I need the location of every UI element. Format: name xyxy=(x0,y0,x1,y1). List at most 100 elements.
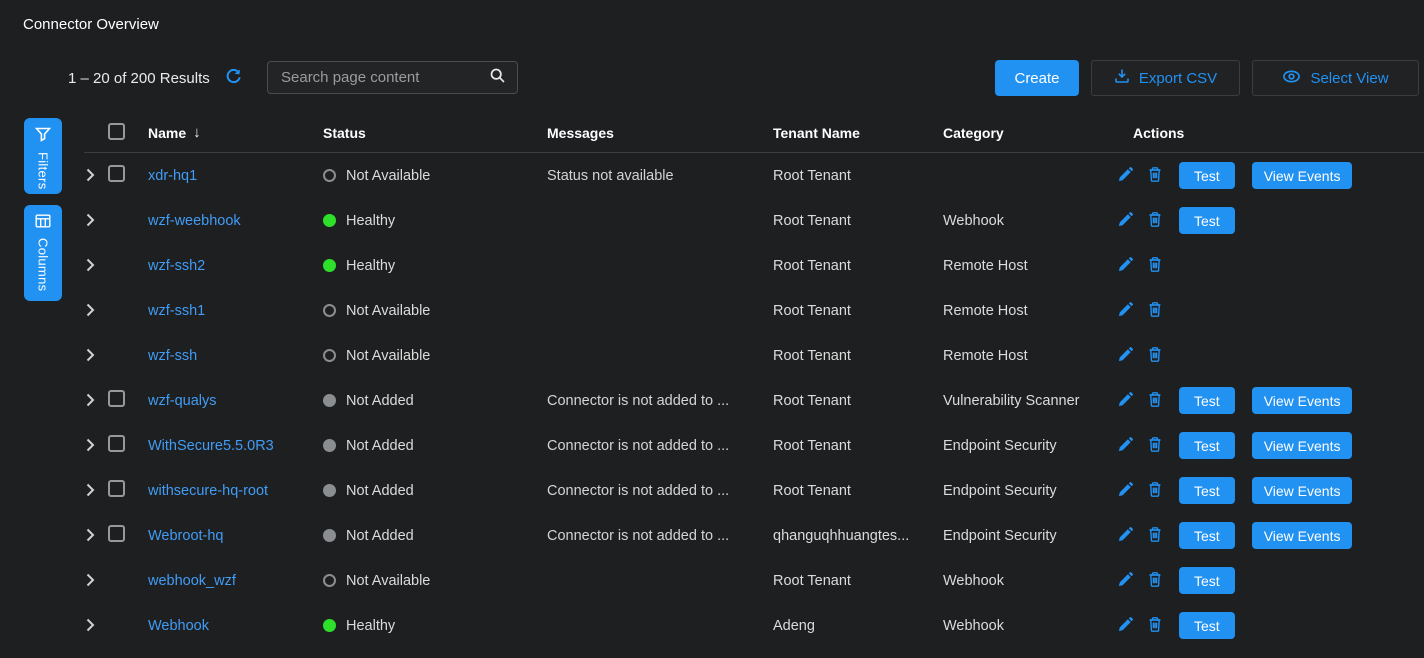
connector-name-link[interactable]: Webhook xyxy=(148,618,209,634)
search-icon[interactable] xyxy=(489,67,506,89)
expand-row-chevron-icon[interactable] xyxy=(84,571,97,589)
sort-descending-icon[interactable]: ↓ xyxy=(193,124,201,141)
delete-button[interactable] xyxy=(1147,481,1163,501)
test-button[interactable]: Test xyxy=(1179,432,1235,459)
connector-name-link[interactable]: wzf-qualys xyxy=(148,393,217,409)
edit-button[interactable] xyxy=(1117,526,1134,546)
view-events-button[interactable]: View Events xyxy=(1252,162,1353,189)
status-dot-not-added-icon xyxy=(323,484,336,497)
category: Webhook xyxy=(943,618,1117,634)
column-header-tenant-name[interactable]: Tenant Name xyxy=(773,125,943,141)
status-label: Not Added xyxy=(346,528,414,544)
delete-button[interactable] xyxy=(1147,526,1163,546)
expand-row-chevron-icon[interactable] xyxy=(84,391,97,409)
expand-row-chevron-icon[interactable] xyxy=(84,256,97,274)
connector-name-link[interactable]: WithSecure5.5.0R3 xyxy=(148,438,274,454)
edit-button[interactable] xyxy=(1117,571,1134,591)
expand-row-chevron-icon[interactable] xyxy=(84,211,97,229)
connector-name-link[interactable]: xdr-hq1 xyxy=(148,168,197,184)
create-button[interactable]: Create xyxy=(995,60,1079,96)
test-button[interactable]: Test xyxy=(1179,522,1235,549)
test-button[interactable]: Test xyxy=(1179,207,1235,234)
edit-button[interactable] xyxy=(1117,346,1134,366)
connector-name-link[interactable]: wzf-ssh1 xyxy=(148,303,205,319)
delete-button[interactable] xyxy=(1147,346,1163,366)
row-checkbox[interactable] xyxy=(108,525,125,542)
category: Endpoint Security xyxy=(943,438,1117,454)
test-button[interactable]: Test xyxy=(1179,162,1235,189)
filters-tab-label: Filters xyxy=(36,152,51,190)
expand-row-chevron-icon[interactable] xyxy=(84,436,97,454)
view-events-button[interactable]: View Events xyxy=(1252,387,1353,414)
delete-button[interactable] xyxy=(1147,166,1163,186)
pencil-icon xyxy=(1117,391,1134,411)
edit-button[interactable] xyxy=(1117,166,1134,186)
delete-button[interactable] xyxy=(1147,256,1163,276)
filters-tab[interactable]: Filters xyxy=(24,118,62,194)
status-dot-not-added-icon xyxy=(323,394,336,407)
status-label: Not Added xyxy=(346,393,414,409)
row-checkbox[interactable] xyxy=(108,390,125,407)
edit-button[interactable] xyxy=(1117,256,1134,276)
trash-icon xyxy=(1147,301,1163,321)
delete-button[interactable] xyxy=(1147,391,1163,411)
connector-name-link[interactable]: webhook_wzf xyxy=(148,573,236,589)
column-header-name[interactable]: Name xyxy=(148,125,186,141)
connector-name-link[interactable]: wzf-weebhook xyxy=(148,213,241,229)
message-text: Connector is not added to ... xyxy=(547,528,773,544)
edit-button[interactable] xyxy=(1117,391,1134,411)
export-csv-button[interactable]: Export CSV xyxy=(1091,60,1240,96)
delete-button[interactable] xyxy=(1147,301,1163,321)
connector-name-link[interactable]: withsecure-hq-root xyxy=(148,483,268,499)
expand-row-chevron-icon[interactable] xyxy=(84,346,97,364)
delete-button[interactable] xyxy=(1147,571,1163,591)
tenant-name: Root Tenant xyxy=(773,258,943,274)
connector-name-link[interactable]: wzf-ssh2 xyxy=(148,258,205,274)
status-label: Not Available xyxy=(346,168,430,184)
pencil-icon xyxy=(1117,346,1134,366)
test-button[interactable]: Test xyxy=(1179,567,1235,594)
delete-button[interactable] xyxy=(1147,436,1163,456)
connector-name-link[interactable]: wzf-ssh xyxy=(148,348,197,364)
row-checkbox[interactable] xyxy=(108,165,125,182)
category: Webhook xyxy=(943,213,1117,229)
trash-icon xyxy=(1147,481,1163,501)
message-text: Status not available xyxy=(547,168,773,184)
expand-row-chevron-icon[interactable] xyxy=(84,166,97,184)
expand-row-chevron-icon[interactable] xyxy=(84,526,97,544)
view-events-button[interactable]: View Events xyxy=(1252,432,1353,459)
refresh-icon xyxy=(224,68,242,89)
edit-button[interactable] xyxy=(1117,616,1134,636)
row-checkbox[interactable] xyxy=(108,435,125,452)
edit-button[interactable] xyxy=(1117,301,1134,321)
view-events-button[interactable]: View Events xyxy=(1252,522,1353,549)
expand-row-chevron-icon[interactable] xyxy=(84,301,97,319)
edit-button[interactable] xyxy=(1117,436,1134,456)
test-button[interactable]: Test xyxy=(1179,612,1235,639)
category: Remote Host xyxy=(943,303,1117,319)
column-header-status[interactable]: Status xyxy=(323,125,547,141)
trash-icon xyxy=(1147,571,1163,591)
pencil-icon xyxy=(1117,211,1134,231)
select-view-button[interactable]: Select View xyxy=(1252,60,1419,96)
refresh-button[interactable] xyxy=(224,68,242,89)
status-dot-healthy-icon xyxy=(323,214,336,227)
delete-button[interactable] xyxy=(1147,616,1163,636)
columns-tab[interactable]: Columns xyxy=(24,205,62,301)
delete-button[interactable] xyxy=(1147,211,1163,231)
column-header-messages[interactable]: Messages xyxy=(547,125,773,141)
expand-row-chevron-icon[interactable] xyxy=(84,616,97,634)
select-all-checkbox[interactable] xyxy=(108,123,125,140)
search-input[interactable] xyxy=(279,68,489,87)
row-checkbox[interactable] xyxy=(108,480,125,497)
view-events-button[interactable]: View Events xyxy=(1252,477,1353,504)
column-header-category[interactable]: Category xyxy=(943,125,1117,141)
test-button[interactable]: Test xyxy=(1179,477,1235,504)
expand-row-chevron-icon[interactable] xyxy=(84,481,97,499)
connector-name-link[interactable]: Webroot-hq xyxy=(148,528,224,544)
trash-icon xyxy=(1147,211,1163,231)
trash-icon xyxy=(1147,616,1163,636)
test-button[interactable]: Test xyxy=(1179,387,1235,414)
edit-button[interactable] xyxy=(1117,481,1134,501)
edit-button[interactable] xyxy=(1117,211,1134,231)
